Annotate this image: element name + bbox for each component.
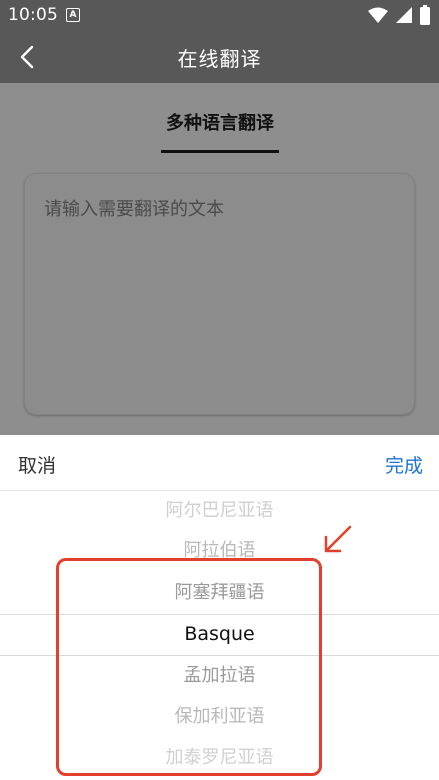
done-button[interactable]: 完成 [385, 451, 423, 478]
status-time: 10:05 [8, 5, 58, 25]
picker-item[interactable]: 保加利亚语 [0, 697, 439, 737]
notification-a-icon: A [66, 8, 80, 22]
translate-content: 多种语言翻译 [0, 83, 439, 435]
tab-multi-language[interactable]: 多种语言翻译 [161, 109, 279, 153]
wifi-icon [368, 7, 388, 23]
picker-item[interactable]: 阿塞拜疆语 [0, 573, 439, 613]
language-picker-sheet: 取消 完成 阿尔巴尼亚语 阿拉伯语 阿塞拜疆语 Basque 孟加拉语 保加利亚… [0, 435, 439, 780]
cancel-button[interactable]: 取消 [18, 451, 56, 478]
tab-label: 多种语言翻译 [166, 113, 274, 134]
language-picker[interactable]: 阿尔巴尼亚语 阿拉伯语 阿塞拜疆语 Basque 孟加拉语 保加利亚语 加泰罗尼… [0, 491, 439, 780]
status-icons [367, 5, 431, 25]
picker-item[interactable]: 阿拉伯语 [0, 531, 439, 571]
tab-underline [161, 150, 279, 153]
translate-input[interactable] [24, 173, 415, 415]
nav-bar: 在线翻译 [0, 30, 439, 83]
translate-input-card [24, 173, 415, 415]
picker-item[interactable]: 孟加拉语 [0, 656, 439, 696]
battery-icon [420, 5, 430, 25]
page-title: 在线翻译 [177, 47, 262, 71]
status-bar: 10:05 A [0, 0, 439, 30]
signal-icon [396, 7, 412, 23]
picker-item-selected[interactable]: Basque [0, 614, 439, 654]
picker-item[interactable]: 加泰罗尼亚语 [0, 738, 439, 778]
sheet-header: 取消 完成 [0, 435, 439, 491]
picker-item[interactable]: 阿尔巴尼亚语 [0, 491, 439, 531]
